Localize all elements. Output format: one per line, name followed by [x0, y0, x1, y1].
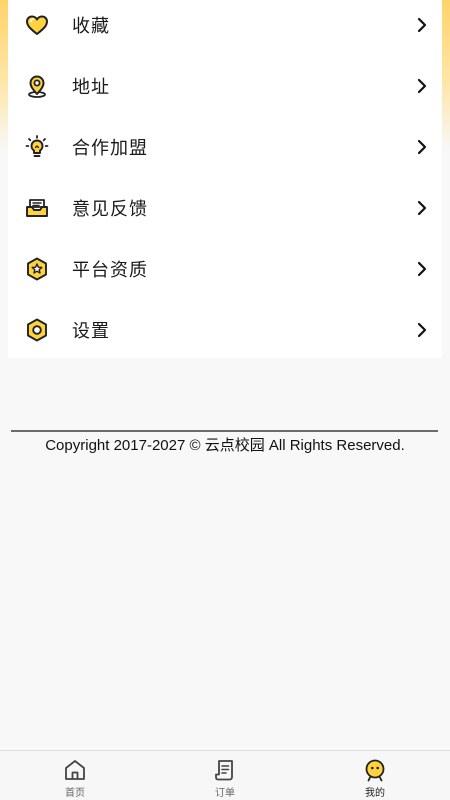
settings-icon	[27, 318, 47, 341]
menu-item-partnership[interactable]: 合作加盟	[8, 116, 442, 177]
copyright-text: Copyright 2017-2027 © 云点校园 All Rights Re…	[45, 437, 405, 454]
menu-item-label: 地址	[72, 76, 110, 98]
menu-item-label: 合作加盟	[72, 137, 148, 159]
order-list-icon	[215, 760, 233, 781]
tab-label: 订单	[215, 788, 235, 799]
chevron-right-icon	[417, 139, 427, 154]
menu-item-favorites[interactable]: 收藏	[8, 0, 442, 55]
menu-item-platform-qualification[interactable]: 平台资质	[8, 238, 442, 299]
menu-item-label: 收藏	[72, 15, 110, 37]
tab-profile[interactable]: 我的	[300, 751, 450, 800]
chevron-right-icon	[417, 261, 427, 276]
tab-label: 首页	[65, 788, 85, 799]
menu-item-address[interactable]: 地址	[8, 55, 442, 116]
chevron-right-icon	[417, 78, 427, 93]
menu-item-label: 平台资质	[72, 259, 148, 281]
bottom-tab-bar: 首页 订单 我的	[0, 750, 450, 800]
tab-orders[interactable]: 订单	[150, 751, 300, 800]
tab-label: 我的	[365, 788, 385, 799]
menu-list: 收藏 地址 合作加盟 意见反馈 平台资质 设置	[8, 0, 442, 358]
heart-icon	[26, 15, 48, 35]
menu-item-label: 设置	[72, 320, 110, 342]
chevron-right-icon	[417, 322, 427, 337]
chevron-right-icon	[417, 17, 427, 32]
profile-face-icon	[365, 759, 385, 782]
menu-item-settings[interactable]: 设置	[8, 299, 442, 360]
footer-divider	[11, 430, 438, 432]
home-icon	[65, 760, 85, 780]
chevron-right-icon	[417, 200, 427, 215]
lightbulb-icon	[25, 134, 49, 157]
inbox-icon	[26, 198, 48, 217]
menu-item-label: 意见反馈	[72, 198, 148, 220]
star-badge-icon	[27, 257, 47, 280]
location-pin-icon	[28, 75, 46, 98]
tab-home[interactable]: 首页	[0, 751, 150, 800]
menu-item-feedback[interactable]: 意见反馈	[8, 177, 442, 238]
